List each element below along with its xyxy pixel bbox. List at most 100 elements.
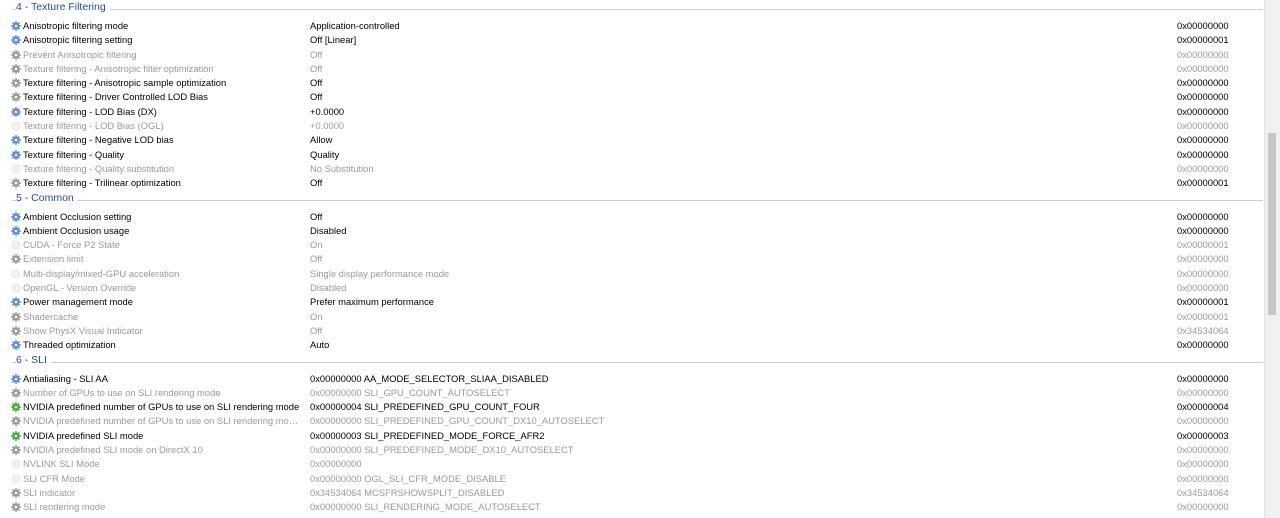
setting-row[interactable]: CUDA - Force P2 State On 0x00000001 [0,238,1265,252]
setting-row[interactable]: Show PhysX Visual Indicator Off 0x34534064 [0,324,1265,338]
setting-row[interactable]: SLI indicator 0x34534064 MCSFRSHOWSPLIT_D… [0,486,1265,500]
setting-value[interactable]: Off [310,90,1010,104]
blue-gear-icon [11,21,21,31]
setting-row[interactable]: NVLINK SLI Mode 0x00000000 0x00000000 [0,457,1265,471]
section-title: 6 - SLI [16,353,51,366]
setting-value[interactable]: Off [310,62,1010,76]
setting-name: Multi-display/mixed-GPU acceleration [23,267,180,279]
setting-value[interactable]: +0.0000 [310,119,1010,133]
setting-value[interactable]: 0x00000003 SLI_PREDEFINED_MODE_FORCE_AFR… [310,429,1010,443]
setting-value[interactable]: +0.0000 [310,105,1010,119]
setting-value[interactable]: Off [310,252,1010,266]
setting-row[interactable]: OpenGL - Version Override Disabled 0x00000… [0,281,1265,295]
setting-value[interactable]: Disabled [310,224,1010,238]
setting-row[interactable]: Anisotropic filtering setting Off [Linear… [0,33,1265,47]
setting-value[interactable]: Quality [310,148,1010,162]
setting-value[interactable]: Off [310,76,1010,90]
setting-row[interactable]: Prevent Anisotropic filtering Off 0x000000… [0,48,1265,62]
setting-row[interactable]: Texture filtering - LOD Bias (OGL) +0.000… [0,119,1265,133]
grey-gear-icon [11,92,21,103]
setting-row[interactable]: Texture filtering - Anisotropic filter o… [0,62,1265,76]
setting-row[interactable]: Number of GPUs to use on SLI rendering m… [0,386,1265,400]
setting-hex-value: 0x00000001 [1177,177,1229,189]
grey-gear-icon [11,64,21,74]
setting-row[interactable]: SLI rendering mode 0x00000000 SLI_RENDERI… [0,500,1265,514]
setting-row[interactable]: Extension limit Off 0x00000000 [0,252,1265,266]
setting-value[interactable]: Off [310,210,1010,224]
setting-value[interactable]: No Substitution [310,162,1010,176]
setting-row[interactable]: Multi-display/mixed-GPU acceleration Sing… [0,267,1265,281]
setting-name: Power management mode [23,296,133,308]
setting-row[interactable]: NVIDIA predefined number of GPUs to use … [0,400,1265,414]
setting-name: Extension limit [23,253,84,265]
setting-value[interactable]: 0x00000000 SLI_GPU_COUNT_AUTOSELECT [310,386,1010,400]
setting-value[interactable]: Off [Linear] [310,33,1010,47]
setting-name: Threaded optimization [23,339,116,351]
setting-row[interactable]: Power management mode Prefer maximum perf… [0,295,1265,309]
setting-name: Ambient Occlusion usage [23,224,130,236]
setting-hex-value: 0x00000000 [1177,77,1229,89]
section-header[interactable]: 4 - Texture Filtering [0,0,1265,19]
setting-row[interactable]: Texture filtering - LOD Bias (DX) +0.0000… [0,105,1265,119]
blue-gear-icon [11,149,21,160]
section-header[interactable]: 6 - SLI [0,353,1265,372]
grey-gear-icon [11,388,21,398]
setting-row[interactable]: NVIDIA predefined SLI mode on DirectX 10… [0,443,1265,457]
setting-row[interactable]: Texture filtering - Driver Controlled LO… [0,90,1265,104]
setting-value[interactable]: On [310,310,1010,324]
setting-row[interactable]: Ambient Occlusion usage Disabled 0x0000000… [0,224,1265,238]
setting-value[interactable]: 0x00000000 [310,457,1010,471]
setting-hex-value: 0x00000004 [1177,401,1229,413]
setting-hex-value: 0x34534064 [1177,486,1229,498]
grey-gear-icon [11,178,21,189]
setting-row[interactable]: Texture filtering - Anisotropic sample o… [0,76,1265,90]
scrollbar-thumb[interactable] [1268,133,1276,315]
setting-row[interactable]: Ambient Occlusion setting Off 0x00000000 [0,210,1265,224]
vertical-scrollbar[interactable] [1264,0,1280,518]
blue-gear-icon [11,297,21,308]
setting-value[interactable]: Single display performance mode [310,267,1010,281]
setting-value[interactable]: Auto [310,338,1010,352]
setting-value[interactable]: 0x34534064 MCSFRSHOWSPLIT_DISABLED [310,486,1010,500]
section-header[interactable]: 5 - Common [0,191,1265,210]
setting-hex-value: 0x00000000 [1177,282,1229,294]
setting-name: NVIDIA predefined number of GPUs to use … [23,401,300,413]
setting-hex-value: 0x00000000 [1177,386,1229,398]
blue-gear-icon [11,373,21,384]
setting-value[interactable]: Allow [310,133,1010,147]
setting-value[interactable]: 0x00000000 SLI_PREDEFINED_GPU_COUNT_DX10… [310,414,1010,428]
setting-value[interactable]: 0x00000000 SLI_RENDERING_MODE_AUTOSELECT [310,500,1010,514]
setting-name: Shadercache [23,310,79,322]
setting-row[interactable]: Threaded optimization Auto 0x00000000 [0,338,1265,352]
setting-row[interactable]: Anisotropic filtering mode Application-co… [0,19,1265,33]
setting-value[interactable]: 0x00000004 SLI_PREDEFINED_GPU_COUNT_FOUR [310,400,1010,414]
setting-value[interactable]: Off [310,324,1010,338]
grey-gear-icon [11,326,21,336]
setting-row[interactable]: Texture filtering - Quality substitution… [0,162,1265,176]
setting-row[interactable]: Texture filtering - Quality Quality 0x0000… [0,148,1265,162]
setting-row[interactable]: Shadercache On 0x00000001 [0,310,1265,324]
setting-row[interactable]: Texture filtering - Negative LOD bias All… [0,133,1265,147]
setting-row[interactable]: SLI CFR Mode 0x00000000 OGL_SLI_CFR_MODE_… [0,472,1265,486]
setting-value[interactable]: Application-controlled [310,19,1010,33]
setting-name: NVIDIA predefined SLI mode [23,429,144,441]
setting-value[interactable]: 0x00000000 SLI_PREDEFINED_MODE_DX10_AUTO… [310,443,1010,457]
setting-value[interactable]: Disabled [310,281,1010,295]
grey-gear-icon [11,502,21,513]
setting-row[interactable]: NVIDIA predefined number of GPUs to use … [0,414,1265,428]
blue-gear-icon [11,226,21,236]
section-divider [12,199,1263,201]
setting-row[interactable]: Antialiasing - SLI AA 0x00000000 AA_MODE_… [0,372,1265,386]
setting-name: Ambient Occlusion setting [23,210,132,222]
setting-row[interactable]: NVIDIA predefined SLI mode 0x00000003 SLI… [0,429,1265,443]
setting-row[interactable]: Texture filtering - Trilinear optimizati… [0,176,1265,190]
setting-value[interactable]: Off [310,176,1010,190]
setting-value[interactable]: 0x00000000 OGL_SLI_CFR_MODE_DISABLE [310,472,1010,486]
setting-value[interactable]: On [310,238,1010,252]
setting-name: Texture filtering - Quality [23,148,125,160]
setting-name: NVIDIA predefined number of GPUs to use … [23,415,303,427]
setting-hex-value: 0x00000000 [1177,120,1229,132]
setting-value[interactable]: Prefer maximum performance [310,295,1010,309]
setting-value[interactable]: Off [310,48,1010,62]
setting-value[interactable]: 0x00000000 AA_MODE_SELECTOR_SLIAA_DISABL… [310,372,1010,386]
